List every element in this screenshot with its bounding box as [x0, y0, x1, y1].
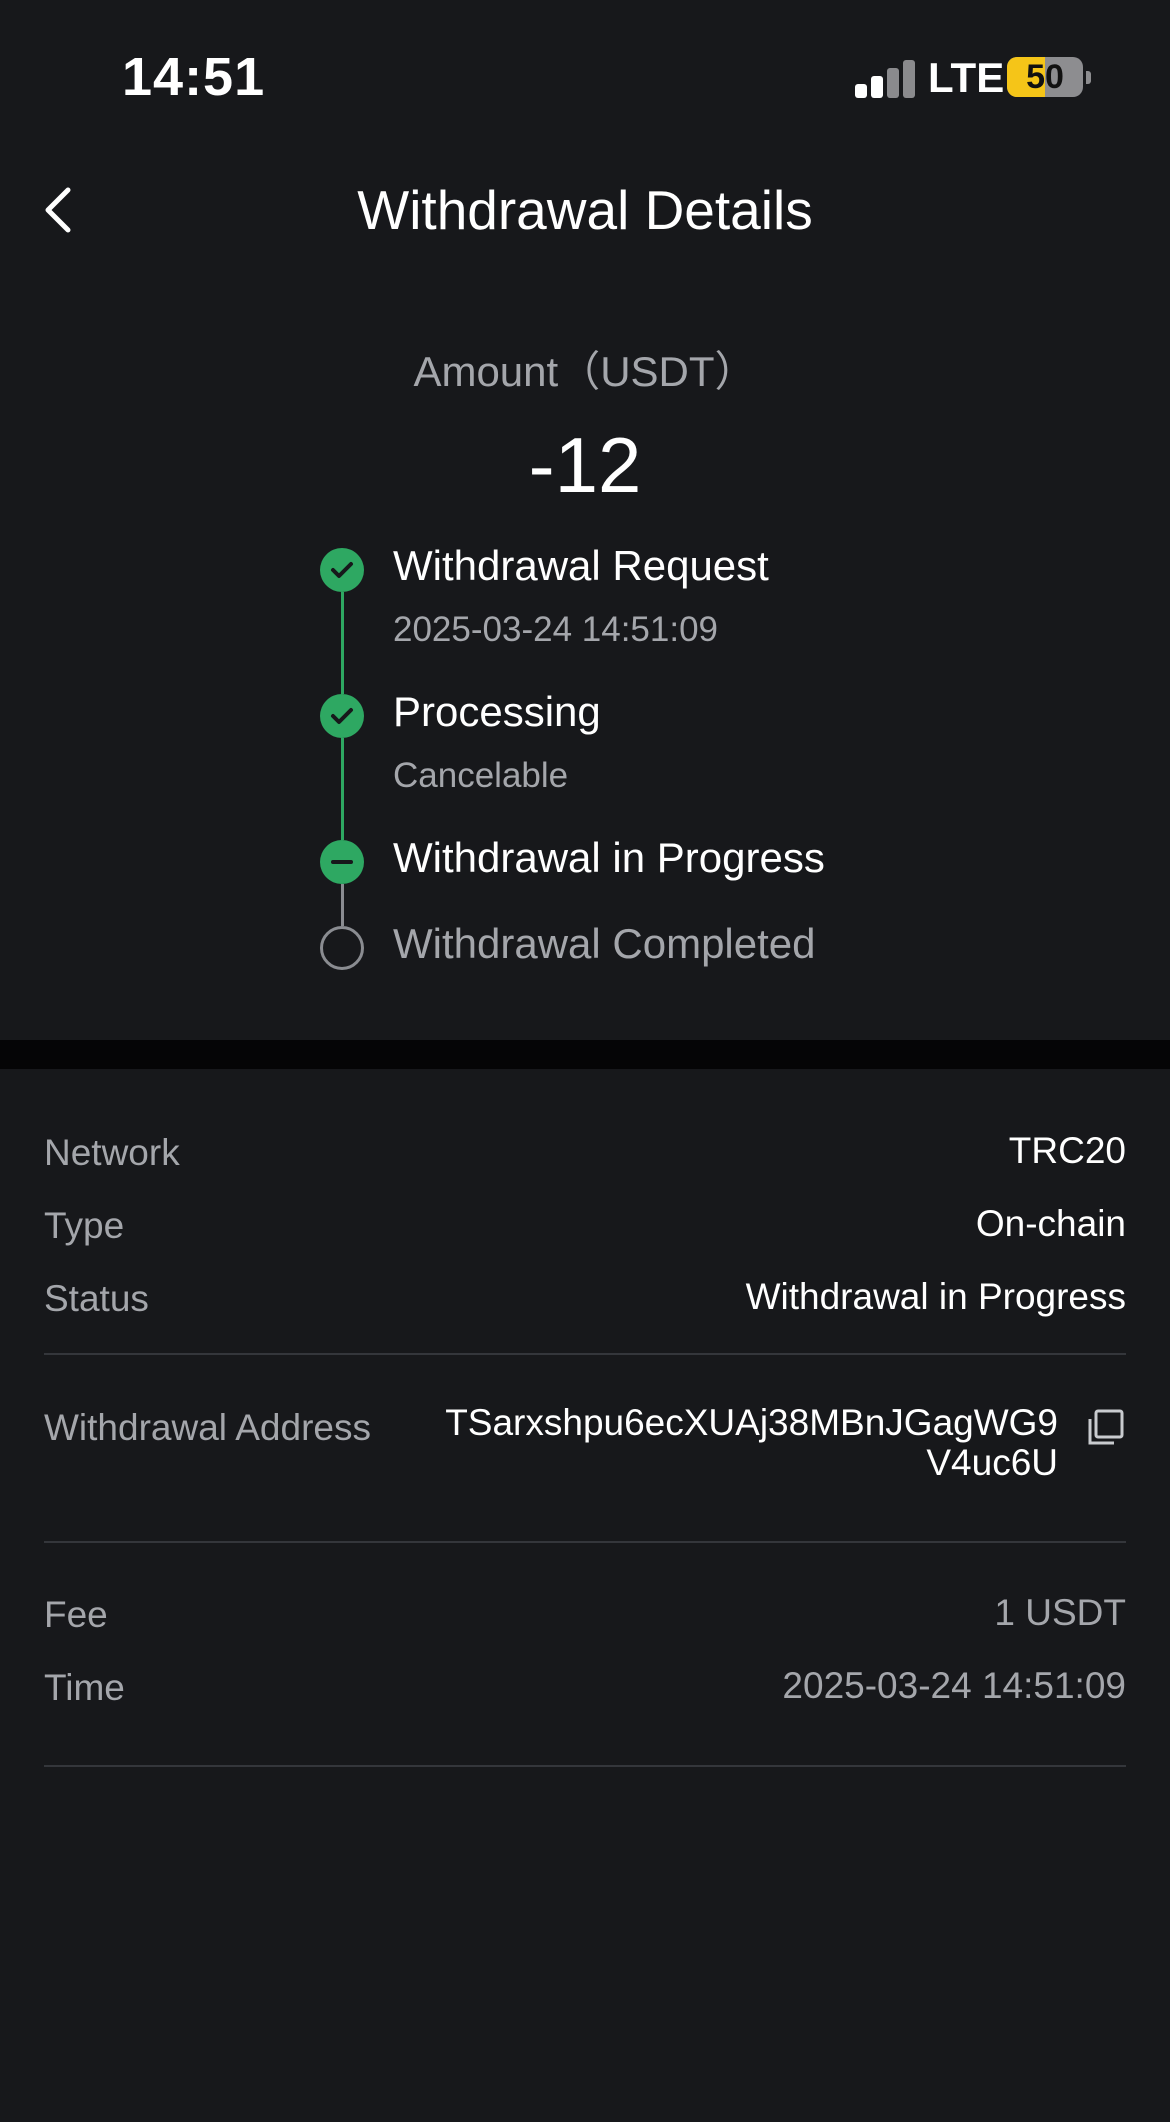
check-circle-icon — [320, 694, 364, 738]
timeline-connector — [341, 592, 344, 694]
in-progress-circle-icon — [320, 840, 364, 884]
timeline-connector — [341, 884, 344, 926]
signal-strength-icon — [855, 58, 917, 98]
divider — [44, 1765, 1126, 1767]
detail-row-network: Network TRC20 — [44, 1130, 1126, 1182]
detail-label: Fee — [44, 1594, 108, 1635]
network-type: LTE — [928, 54, 1005, 101]
detail-label: Type — [44, 1205, 125, 1246]
amount-label: Amount（USDT） — [413, 348, 757, 395]
status-value: Withdrawal in Progress — [745, 1276, 1126, 1317]
amount-value: -12 — [528, 421, 642, 509]
battery-icon: 50 — [1007, 57, 1083, 97]
nav-bar: Withdrawal Details — [0, 160, 1170, 260]
detail-row-fee: Fee 1 USDT — [44, 1592, 1126, 1644]
detail-value: TRC20 — [1008, 1130, 1126, 1171]
detail-label: Status — [44, 1278, 149, 1319]
status-bar: 14:51 LTE 50 — [0, 0, 1170, 140]
timeline-step-title: Withdrawal Completed — [393, 920, 816, 967]
detail-row-status: Status Withdrawal in Progress — [44, 1276, 1126, 1328]
divider — [44, 1541, 1126, 1543]
status-time: 14:51 — [122, 47, 266, 107]
detail-label: Network — [44, 1132, 180, 1173]
detail-label: Withdrawal Address — [44, 1407, 371, 1448]
detail-row-address: Withdrawal Address TSarxshpu6ecXUAj38MBn… — [44, 1403, 1126, 1497]
withdrawal-timeline: Withdrawal Request 2025-03-24 14:51:09 P… — [320, 542, 1080, 988]
detail-row-type: Type On-chain — [44, 1203, 1126, 1255]
divider — [44, 1353, 1126, 1355]
timeline-step-title: Withdrawal Request — [393, 542, 769, 589]
withdrawal-address-value: TSarxshpu6ecXUAj38MBnJGagWG9V4uc6U — [445, 1402, 1058, 1483]
detail-label: Time — [44, 1667, 125, 1708]
fee-value: 1 USDT — [994, 1592, 1126, 1633]
section-divider — [0, 1040, 1170, 1069]
timeline-connector — [341, 738, 344, 840]
timeline-step-subtitle: Cancelable — [393, 756, 569, 795]
battery-nub — [1086, 71, 1091, 84]
timeline-step-title: Withdrawal in Progress — [393, 834, 825, 881]
timeline-step-title: Processing — [393, 688, 601, 735]
copy-icon[interactable] — [1084, 1407, 1126, 1449]
page-title: Withdrawal Details — [357, 179, 813, 241]
empty-circle-icon — [320, 926, 364, 970]
timeline-step-subtitle: 2025-03-24 14:51:09 — [393, 610, 718, 649]
time-value: 2025-03-24 14:51:09 — [782, 1665, 1126, 1706]
detail-row-time: Time 2025-03-24 14:51:09 — [44, 1665, 1126, 1717]
battery-level: 50 — [1026, 58, 1064, 96]
detail-value: On-chain — [975, 1203, 1126, 1244]
check-circle-icon — [320, 548, 364, 592]
